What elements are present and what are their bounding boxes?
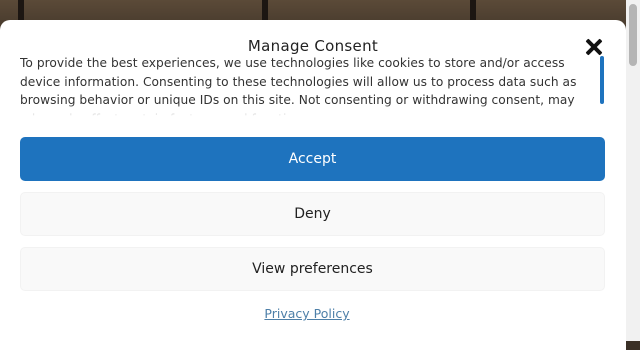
background-beam [262,0,268,20]
deny-button[interactable]: Deny [20,192,605,236]
background-beam [18,0,24,20]
page-scrollbar[interactable] [626,0,640,341]
consent-modal: Manage Consent To provide the best exper… [0,20,626,350]
message-scrollbar[interactable] [600,56,604,104]
modal-title: Manage Consent [247,37,379,55]
message-fade [20,104,598,116]
page-scrollbar-thumb[interactable] [629,4,637,66]
view-preferences-button[interactable]: View preferences [20,247,605,291]
background-beam [470,0,476,20]
privacy-policy-link[interactable]: Privacy Policy [0,306,614,321]
consent-message-container[interactable]: To provide the best experiences, we use … [20,54,598,116]
accept-button[interactable]: Accept [20,137,605,181]
